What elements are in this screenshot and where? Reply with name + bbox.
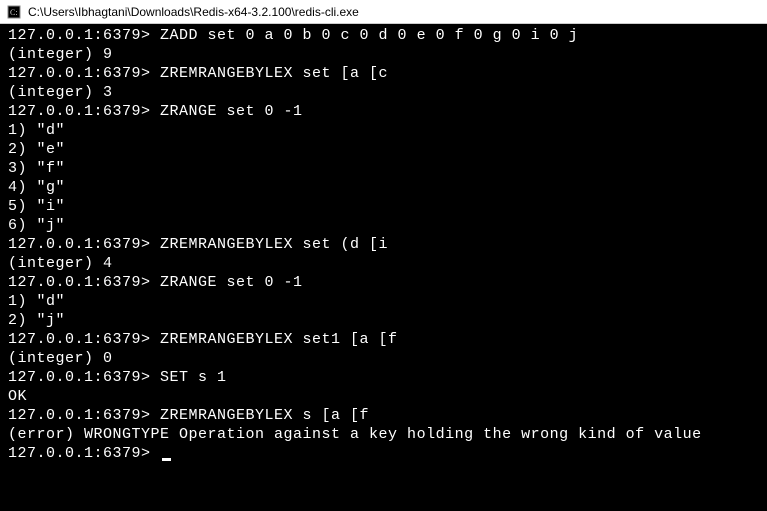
command-line: 127.0.0.1:6379> ZRANGE set 0 -1 bbox=[8, 102, 759, 121]
output-line: (integer) 3 bbox=[8, 83, 759, 102]
window-title: C:\Users\Ibhagtani\Downloads\Redis-x64-3… bbox=[28, 5, 359, 19]
cursor bbox=[162, 458, 171, 461]
output-line: 5) "i" bbox=[8, 197, 759, 216]
svg-text:C:: C: bbox=[10, 8, 18, 17]
output-line: (integer) 9 bbox=[8, 45, 759, 64]
command-line: 127.0.0.1:6379> ZREMRANGEBYLEX s [a [f bbox=[8, 406, 759, 425]
output-line: 2) "e" bbox=[8, 140, 759, 159]
command-line: 127.0.0.1:6379> ZREMRANGEBYLEX set1 [a [… bbox=[8, 330, 759, 349]
output-line: 3) "f" bbox=[8, 159, 759, 178]
command-line: 127.0.0.1:6379> SET s 1 bbox=[8, 368, 759, 387]
command-line: 127.0.0.1:6379> ZADD set 0 a 0 b 0 c 0 d… bbox=[8, 26, 759, 45]
output-line: 2) "j" bbox=[8, 311, 759, 330]
command-line: 127.0.0.1:6379> ZREMRANGEBYLEX set (d [i bbox=[8, 235, 759, 254]
command-line: 127.0.0.1:6379> ZRANGE set 0 -1 bbox=[8, 273, 759, 292]
prompt-line: 127.0.0.1:6379> bbox=[8, 444, 759, 463]
output-line: 6) "j" bbox=[8, 216, 759, 235]
terminal-output[interactable]: 127.0.0.1:6379> ZADD set 0 a 0 b 0 c 0 d… bbox=[0, 24, 767, 465]
output-line: 4) "g" bbox=[8, 178, 759, 197]
output-line: (integer) 4 bbox=[8, 254, 759, 273]
app-icon: C: bbox=[6, 4, 22, 20]
output-line: (error) WRONGTYPE Operation against a ke… bbox=[8, 425, 759, 444]
output-line: OK bbox=[8, 387, 759, 406]
output-line: 1) "d" bbox=[8, 121, 759, 140]
title-bar[interactable]: C: C:\Users\Ibhagtani\Downloads\Redis-x6… bbox=[0, 0, 767, 24]
output-line: (integer) 0 bbox=[8, 349, 759, 368]
command-line: 127.0.0.1:6379> ZREMRANGEBYLEX set [a [c bbox=[8, 64, 759, 83]
output-line: 1) "d" bbox=[8, 292, 759, 311]
